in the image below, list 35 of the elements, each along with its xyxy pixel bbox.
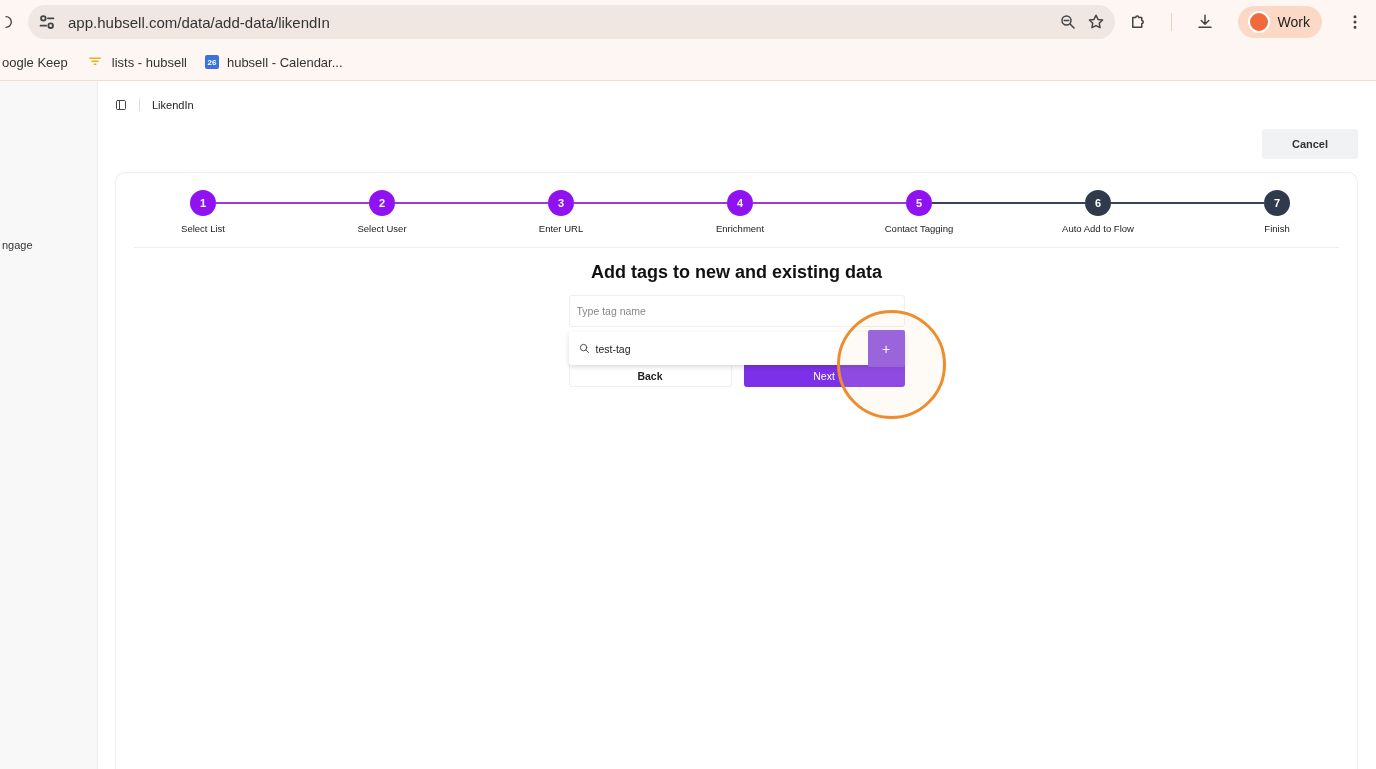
profile-button[interactable]: Work xyxy=(1237,6,1322,38)
download-icon[interactable] xyxy=(1195,13,1214,31)
step-label: Finish xyxy=(1264,223,1290,234)
url-text: app.hubsell.com/data/add-data/likendIn xyxy=(68,13,331,31)
step-number: 5 xyxy=(906,190,932,216)
step-number: 4 xyxy=(727,190,753,216)
sidebar-toggle-icon[interactable] xyxy=(115,99,127,111)
sidebar-item[interactable]: ngage xyxy=(2,239,97,251)
address-bar[interactable]: app.hubsell.com/data/add-data/likendIn xyxy=(28,5,1115,39)
bookmark[interactable]: 26 hubsell - Calendar... xyxy=(204,54,343,70)
bookmark[interactable]: lists - hubsell xyxy=(85,53,187,71)
step-number: 1 xyxy=(190,190,216,216)
step-label: Select User xyxy=(357,223,407,234)
step-number: 2 xyxy=(369,190,395,216)
step-label: Contact Tagging xyxy=(884,223,954,234)
search-value: test-tag xyxy=(595,342,632,355)
step-label: Select List xyxy=(181,223,225,234)
step-label: Auto Add to Flow xyxy=(1062,223,1134,234)
reload-icon[interactable] xyxy=(2,14,14,30)
calendar-icon: 26 xyxy=(204,55,219,69)
step-number: 6 xyxy=(1085,190,1111,216)
cancel-button[interactable]: Cancel xyxy=(1262,129,1358,159)
step-label: Enter URL xyxy=(538,223,584,234)
step-number: 7 xyxy=(1264,190,1290,216)
add-tag-button[interactable]: + xyxy=(867,330,905,367)
bookmark[interactable]: oogle Keep xyxy=(2,54,68,70)
tag-name-field[interactable]: Type tag name xyxy=(568,295,905,327)
star-icon[interactable] xyxy=(1086,13,1105,31)
zoom-out-icon[interactable] xyxy=(1058,13,1077,31)
breadcrumb: LikendIn xyxy=(139,99,194,111)
page-heading: Add tags to new and existing data xyxy=(590,262,882,283)
step-number: 3 xyxy=(548,190,574,216)
avatar-icon xyxy=(1247,11,1270,33)
search-icon xyxy=(578,343,590,354)
step-label: Enrichment xyxy=(715,223,765,234)
